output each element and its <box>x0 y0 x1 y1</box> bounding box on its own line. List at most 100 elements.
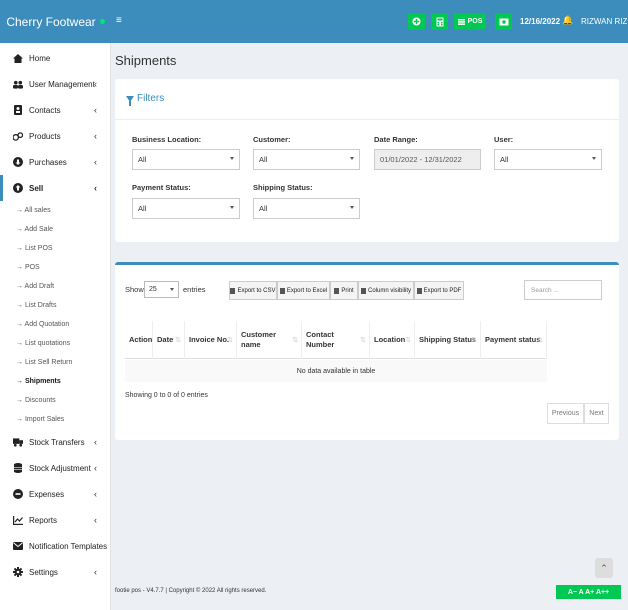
shipping-status-select[interactable]: All <box>253 198 360 219</box>
column-header-shipping-status[interactable]: Shipping Status ⇅ <box>415 321 481 359</box>
next-page-button[interactable]: Next <box>584 403 609 424</box>
chevron-down-icon: ‹ <box>94 183 97 193</box>
column-header-contact-number[interactable]: Contact Number ⇅ <box>302 321 370 359</box>
users-icon <box>13 79 23 89</box>
business-location-select[interactable]: All <box>132 149 240 170</box>
calculator-button[interactable] <box>431 13 448 30</box>
page-length-select[interactable]: 25 <box>144 281 179 298</box>
sidebar: Home User Management ‹ Contacts ‹ Produc… <box>0 43 111 610</box>
search-placeholder: Search ... <box>531 286 559 294</box>
sidebar-item-purchases[interactable]: Purchases ‹ <box>0 149 110 175</box>
payment-status-label: Payment Status: <box>132 183 191 192</box>
entries-label: entries <box>183 285 206 294</box>
chevron-up-icon: ⌃ <box>600 562 608 573</box>
sidebar-item-label: User Management <box>29 79 95 89</box>
sidebar-subitem-pos[interactable]: → POS <box>0 258 110 277</box>
print-button[interactable]: Print <box>330 281 358 300</box>
user-select[interactable]: All <box>494 149 602 170</box>
sidebar-item-contacts[interactable]: Contacts ‹ <box>0 97 110 123</box>
sidebar-subitem-list-pos[interactable]: → List POS <box>0 239 110 258</box>
pos-grid-icon <box>457 18 465 25</box>
sidebar-subitem-import-sales[interactable]: → Import Sales <box>0 410 110 429</box>
money-icon <box>499 18 508 25</box>
payment-status-select[interactable]: All <box>132 198 240 219</box>
column-header-date[interactable]: Date ⇅ <box>153 321 185 359</box>
export-csv-button[interactable]: Export to CSV <box>229 281 277 300</box>
previous-page-button[interactable]: Previous <box>547 403 584 424</box>
column-header-action: Action <box>125 321 153 359</box>
caret-down-icon <box>350 157 354 160</box>
column-header-location[interactable]: Location ⇅ <box>370 321 415 359</box>
sidebar-item-label: Reports <box>29 515 58 525</box>
cash-register-button[interactable] <box>495 13 512 30</box>
customer-select[interactable]: All <box>253 149 360 170</box>
envelope-icon <box>13 541 23 551</box>
customer-value: All <box>259 155 268 164</box>
plus-circle-icon <box>412 17 421 26</box>
products-icon <box>13 131 23 141</box>
caret-down-icon <box>350 206 354 209</box>
sidebar-item-settings[interactable]: Settings ‹ <box>0 559 110 585</box>
column-header-payment-status[interactable]: Payment status ⇅ <box>481 321 547 359</box>
chart-icon <box>13 515 23 525</box>
table-empty-row: No data available in table <box>125 360 547 382</box>
sidebar-item-label: Stock Adjustment <box>29 463 91 473</box>
sidebar-item-home[interactable]: Home <box>0 45 110 71</box>
shipping-status-label: Shipping Status: <box>253 183 313 192</box>
sidebar-item-notification-templates[interactable]: Notification Templates <box>0 533 110 559</box>
sidebar-item-user-management[interactable]: User Management ‹ <box>0 71 110 97</box>
pos-button[interactable]: POS <box>454 13 486 30</box>
sidebar-item-label: Settings <box>29 567 58 577</box>
export-pdf-button[interactable]: Export to PDF <box>414 281 464 300</box>
date-range-label: Date Range: <box>374 135 418 144</box>
user-menu[interactable]: RIZWAN RIZ <box>581 17 627 26</box>
column-visibility-button[interactable]: Column visibility <box>358 281 414 300</box>
contacts-icon <box>13 105 23 115</box>
home-icon <box>13 53 23 63</box>
column-header-customer-name[interactable]: Customer name ⇅ <box>237 321 302 359</box>
sidebar-subitem-add-quotation[interactable]: → Add Quotation <box>0 315 110 334</box>
sidebar-subitem-shipments[interactable]: → Shipments <box>0 372 110 391</box>
chevron-left-icon: ‹ <box>94 437 97 447</box>
menu-toggle-icon[interactable]: ≡ <box>116 15 122 26</box>
caret-down-icon <box>230 157 234 160</box>
sidebar-item-expenses[interactable]: Expenses ‹ <box>0 481 110 507</box>
sidebar-item-reports[interactable]: Reports ‹ <box>0 507 110 533</box>
caret-down-icon <box>170 288 174 291</box>
sidebar-subitem-list-sell-return[interactable]: → List Sell Return <box>0 353 110 372</box>
table-search-input[interactable]: Search ... <box>524 280 602 300</box>
sidebar-item-stock-transfers[interactable]: Stock Transfers ‹ <box>0 429 110 455</box>
brand-logo[interactable]: Cherry Footwear <box>0 0 111 43</box>
shipping-status-value: All <box>259 204 268 213</box>
font-size-controls[interactable]: A− A A+ A++ <box>556 585 621 599</box>
export-excel-button[interactable]: Export to Excel <box>277 281 330 300</box>
sort-icon: ⇅ <box>471 337 477 344</box>
column-header-label: Invoice No. <box>189 335 230 345</box>
chevron-left-icon: ‹ <box>94 489 97 499</box>
sidebar-item-products[interactable]: Products ‹ <box>0 123 110 149</box>
date-range-input[interactable]: 01/01/2022 - 12/31/2022 <box>374 149 481 170</box>
sidebar-subitem-all-sales[interactable]: → All sales <box>0 201 110 220</box>
sidebar-subitem-add-sale[interactable]: → Add Sale <box>0 220 110 239</box>
sidebar-item-stock-adjustment[interactable]: Stock Adjustment ‹ <box>0 455 110 481</box>
add-expense-button[interactable] <box>408 13 425 30</box>
column-header-label: Location <box>374 335 406 345</box>
sidebar-subitem-list-quotations[interactable]: → List quotations <box>0 334 110 353</box>
column-header-invoice-no[interactable]: Invoice No. ⇅ <box>185 321 237 359</box>
chevron-left-icon: ‹ <box>94 131 97 141</box>
export-pdf-label: Export to PDF <box>423 287 462 294</box>
sidebar-item-label: Notification Templates <box>29 541 108 551</box>
sidebar-item-sell[interactable]: Sell ‹ <box>0 175 110 201</box>
notification-bell-icon[interactable]: 🔔 <box>562 15 573 26</box>
payment-status-value: All <box>138 204 147 213</box>
filters-toggle[interactable]: Filters <box>126 93 164 106</box>
print-label: Print <box>341 287 354 294</box>
sidebar-subitem-list-drafts[interactable]: → List Drafts <box>0 296 110 315</box>
sidebar-subitem-discounts[interactable]: → Discounts <box>0 391 110 410</box>
scroll-to-top-button[interactable]: ⌃ <box>595 558 613 578</box>
business-location-label: Business Location: <box>132 135 202 144</box>
columns-icon <box>360 287 366 294</box>
table-header: Action Date ⇅ Invoice No. ⇅ Customer nam… <box>125 321 547 359</box>
column-header-label: Shipping Status <box>419 335 477 345</box>
sidebar-subitem-add-draft[interactable]: → Add Draft <box>0 277 110 296</box>
